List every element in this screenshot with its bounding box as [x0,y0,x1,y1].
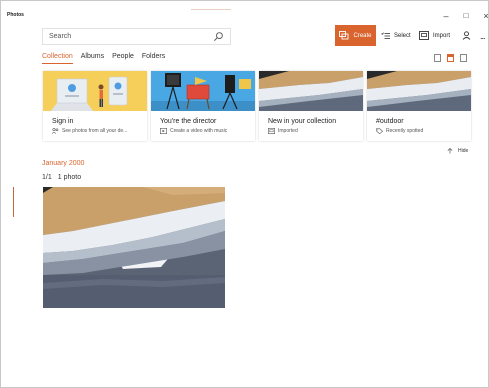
account-button[interactable] [462,25,471,46]
view-size-options [434,54,467,62]
beach-thumbnail [367,71,471,111]
card-subtitle: Imported [268,128,298,134]
create-button[interactable]: Create [335,25,376,46]
arrow-up-icon [447,148,453,154]
tab-folders[interactable]: Folders [142,53,165,64]
outdoor-card[interactable]: #outdoor Recently spotted [367,71,471,141]
card-title: New in your collection [268,118,337,125]
card-subtitle: Create a video with music [160,128,227,134]
medium-view-icon[interactable] [447,54,454,62]
sign-in-illustration [43,71,147,111]
title-bar: Photos – □ × [1,1,488,23]
people-icon [52,128,59,134]
tab-albums[interactable]: Albums [81,53,104,64]
app-title: Photos [7,12,24,18]
photo-thumbnail[interactable] [43,187,225,308]
select-label: Select [394,32,411,39]
beach-thumbnail [259,71,363,111]
hide-button[interactable]: Hide [447,148,468,154]
director-card[interactable]: You're the director Create a video with … [151,71,255,141]
create-icon [339,31,349,40]
person-icon [462,31,471,40]
photos-window: Photos – □ × Search Create Select Import… [0,0,489,388]
small-view-icon[interactable] [434,54,441,62]
more-button[interactable]: ... [480,25,485,46]
photo-count-label: 1 photo [57,174,82,181]
card-subtitle: Recently spotted [376,128,423,134]
select-list-icon [381,32,390,39]
new-in-collection-card[interactable]: New in your collection Imported [259,71,363,141]
director-illustration [151,71,255,111]
sign-in-card[interactable]: Sign in See photos from all your de... [43,71,147,141]
import-label: Import [433,32,451,39]
select-button[interactable]: Select [381,25,411,46]
tab-people[interactable]: People [112,53,134,64]
close-button[interactable]: × [477,9,488,23]
left-edge-accent [13,187,14,217]
card-title: #outdoor [376,118,404,125]
video-icon [160,128,167,134]
hide-label: Hide [458,148,469,154]
card-subtitle: See photos from all your de... [52,128,127,134]
search-placeholder: Search [49,33,72,40]
create-label: Create [353,32,372,39]
maximize-button[interactable]: □ [457,9,475,23]
card-title: Sign in [52,118,74,125]
import-icon [419,31,429,40]
card-subtitle-text: See photos from all your de... [62,128,128,134]
card-subtitle-text: Recently spotted [386,128,424,134]
card-subtitle-text: Imported [278,128,298,134]
card-title: You're the director [160,118,217,125]
large-view-icon[interactable] [460,54,467,62]
import-button[interactable]: Import [419,25,450,46]
card-subtitle-text: Create a video with music [170,128,228,134]
photo-count: 1/1 1 photo [42,174,87,181]
minimize-button[interactable]: – [437,9,455,23]
search-icon [214,32,223,41]
date-group-header[interactable]: January 2000 [42,160,84,167]
tag-icon [376,128,383,134]
tab-collection[interactable]: Collection [42,53,73,64]
import-icon [268,128,275,134]
selection-fraction: 1/1 [42,174,52,181]
collection-tabs: Collection Albums People Folders [42,53,165,64]
search-input[interactable]: Search [42,28,231,45]
